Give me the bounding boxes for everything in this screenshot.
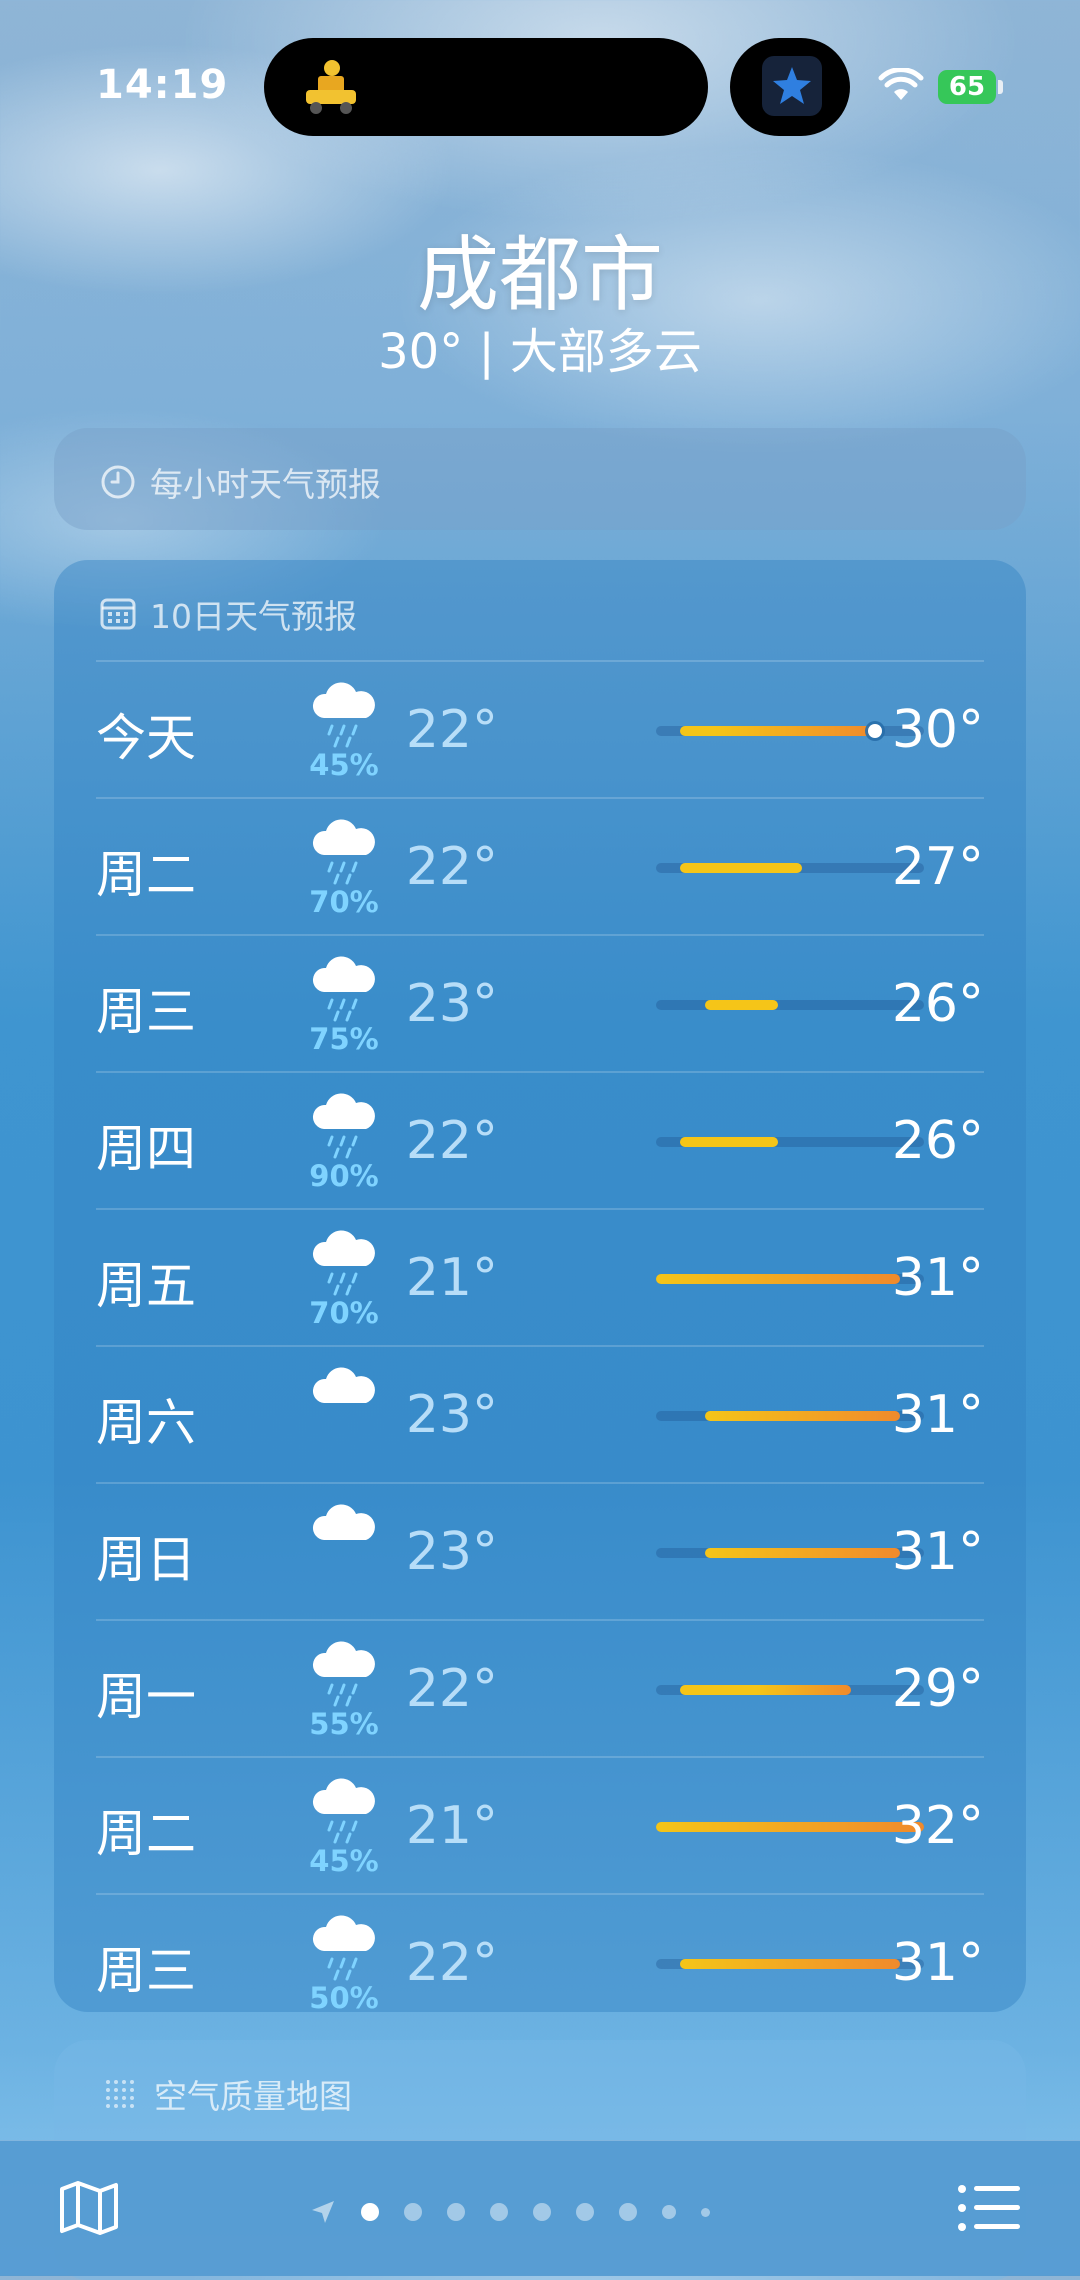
temp-range-fill [704, 1411, 900, 1421]
forecast-row[interactable]: 周二 70% 22° 27° [96, 797, 984, 934]
forecast-day: 周二 [96, 846, 196, 904]
low-temp: 22° [405, 1933, 498, 1993]
temp-range-bar [656, 724, 924, 738]
high-temp: 31° [891, 1522, 984, 1582]
high-temp: 26° [891, 1111, 984, 1171]
ten-day-forecast-title: 10日天气预报 [150, 597, 357, 636]
temp-range-bar [656, 1274, 924, 1284]
forecast-day: 周二 [96, 1805, 196, 1863]
high-temp: 27° [891, 837, 984, 897]
bottom-toolbar [0, 2140, 1080, 2276]
battery-charging-icon: 65 [938, 70, 996, 104]
temp-range-bar [656, 1411, 924, 1421]
page-dot[interactable] [701, 2207, 710, 2217]
temp-range-bar [656, 1548, 924, 1558]
hourly-forecast-header: 每小时天气预报 [100, 458, 381, 506]
forecast-day: 周四 [96, 1120, 196, 1178]
aqi-dots-icon [106, 2080, 134, 2108]
ten-day-forecast-header: 10日天气预报 [100, 590, 357, 638]
page-dot[interactable] [533, 2203, 551, 2221]
high-temp: 31° [891, 1385, 984, 1445]
forecast-row[interactable]: 周日 23° 31° [96, 1482, 984, 1619]
ten-day-forecast-card[interactable]: 10日天气预报 今天 45% 22° 30° 周二 70% 22° 27° 周三 75% 23° 26… [54, 560, 1026, 2015]
forecast-row[interactable]: 周五 70% 21° 31° [96, 1208, 984, 1345]
temp-range-bar [656, 1137, 924, 1147]
high-temp: 31° [891, 1933, 984, 1993]
temp-range-bar [656, 1959, 924, 1969]
wifi-icon [878, 68, 924, 100]
hourly-forecast-title: 每小时天气预报 [150, 465, 381, 504]
forecast-day: 周三 [96, 1942, 196, 2000]
forecast-row[interactable]: 周二 45% 21° 32° [96, 1756, 984, 1893]
page-dot[interactable] [662, 2205, 676, 2219]
forecast-row[interactable]: 周四 90% 22° 26° [96, 1071, 984, 1208]
low-temp: 22° [405, 1111, 498, 1171]
temp-range-bar [656, 863, 924, 873]
high-temp: 32° [891, 1796, 984, 1856]
forecast-row[interactable]: 周一 55% 22° 29° [96, 1619, 984, 1756]
temp-range-fill [680, 1959, 900, 1969]
temp-range-bar [656, 1000, 924, 1010]
hourly-forecast-card[interactable]: 每小时天气预报 [54, 428, 1026, 530]
low-temp: 21° [405, 1796, 498, 1856]
page-dot[interactable] [361, 2203, 379, 2221]
star-app-icon[interactable] [762, 56, 822, 116]
temp-range-fill [680, 1137, 778, 1147]
forecast-day: 周日 [96, 1531, 196, 1589]
high-temp: 30° [891, 700, 984, 760]
page-dot[interactable] [576, 2203, 594, 2221]
battery-nub [998, 80, 1003, 94]
page-dot[interactable] [490, 2203, 508, 2221]
low-temp: 23° [405, 974, 498, 1034]
temp-range-fill [704, 1000, 778, 1010]
list-icon[interactable] [956, 2177, 1022, 2239]
temp-range-fill [656, 1822, 924, 1832]
current-temp-marker [868, 724, 883, 738]
low-temp: 22° [405, 837, 498, 897]
status-time: 14:19 [96, 62, 229, 108]
temp-range-fill [680, 726, 876, 736]
forecast-row[interactable]: 周三 50% 22° 31° [96, 1893, 984, 2030]
air-quality-header: 空气质量地图 [100, 2070, 352, 2118]
forecast-row[interactable]: 周三 75% 23° 26° [96, 934, 984, 1071]
calendar-icon [100, 598, 136, 630]
temp-range-bar [656, 1685, 924, 1695]
temp-range-bar [656, 1822, 924, 1832]
high-temp: 29° [891, 1659, 984, 1719]
city-name: 成都市 [416, 228, 663, 323]
low-temp: 23° [405, 1522, 498, 1582]
battery-level: 65 [948, 72, 986, 102]
forecast-day: 周五 [96, 1257, 196, 1315]
current-location-arrow-icon[interactable] [310, 2199, 336, 2225]
temp-range-fill [680, 863, 803, 873]
temp-range-fill [704, 1548, 900, 1558]
page-dot[interactable] [404, 2203, 422, 2221]
forecast-day: 今天 [96, 709, 196, 767]
forecast-row[interactable]: 今天 45% 22° 30° [96, 660, 984, 797]
forecast-day: 周三 [96, 983, 196, 1041]
high-temp: 31° [891, 1248, 984, 1308]
current-summary: 30° | 大部多云 [378, 324, 702, 380]
page-dot[interactable] [619, 2203, 637, 2221]
temp-range-fill [656, 1274, 900, 1284]
high-temp: 26° [891, 974, 984, 1034]
delivery-activity-icon[interactable] [300, 56, 362, 118]
forecast-rows: 今天 45% 22° 30° 周二 70% 22° 27° 周三 75% 23° 26° 周四 90% 22… [96, 660, 984, 2030]
map-icon[interactable] [58, 2177, 120, 2239]
air-quality-title: 空气质量地图 [154, 2077, 352, 2116]
low-temp: 23° [405, 1385, 498, 1445]
page-dot[interactable] [447, 2203, 465, 2221]
status-bar: 14:19 65 [0, 0, 1080, 170]
forecast-row[interactable]: 周六 23° 31° [96, 1345, 984, 1482]
low-temp: 22° [405, 1659, 498, 1719]
low-temp: 22° [405, 700, 498, 760]
forecast-day: 周六 [96, 1394, 196, 1452]
temp-range-fill [680, 1685, 851, 1695]
forecast-day: 周一 [96, 1668, 196, 1726]
page-indicator[interactable] [310, 2199, 710, 2225]
clock-icon [101, 465, 135, 499]
low-temp: 21° [405, 1248, 498, 1308]
